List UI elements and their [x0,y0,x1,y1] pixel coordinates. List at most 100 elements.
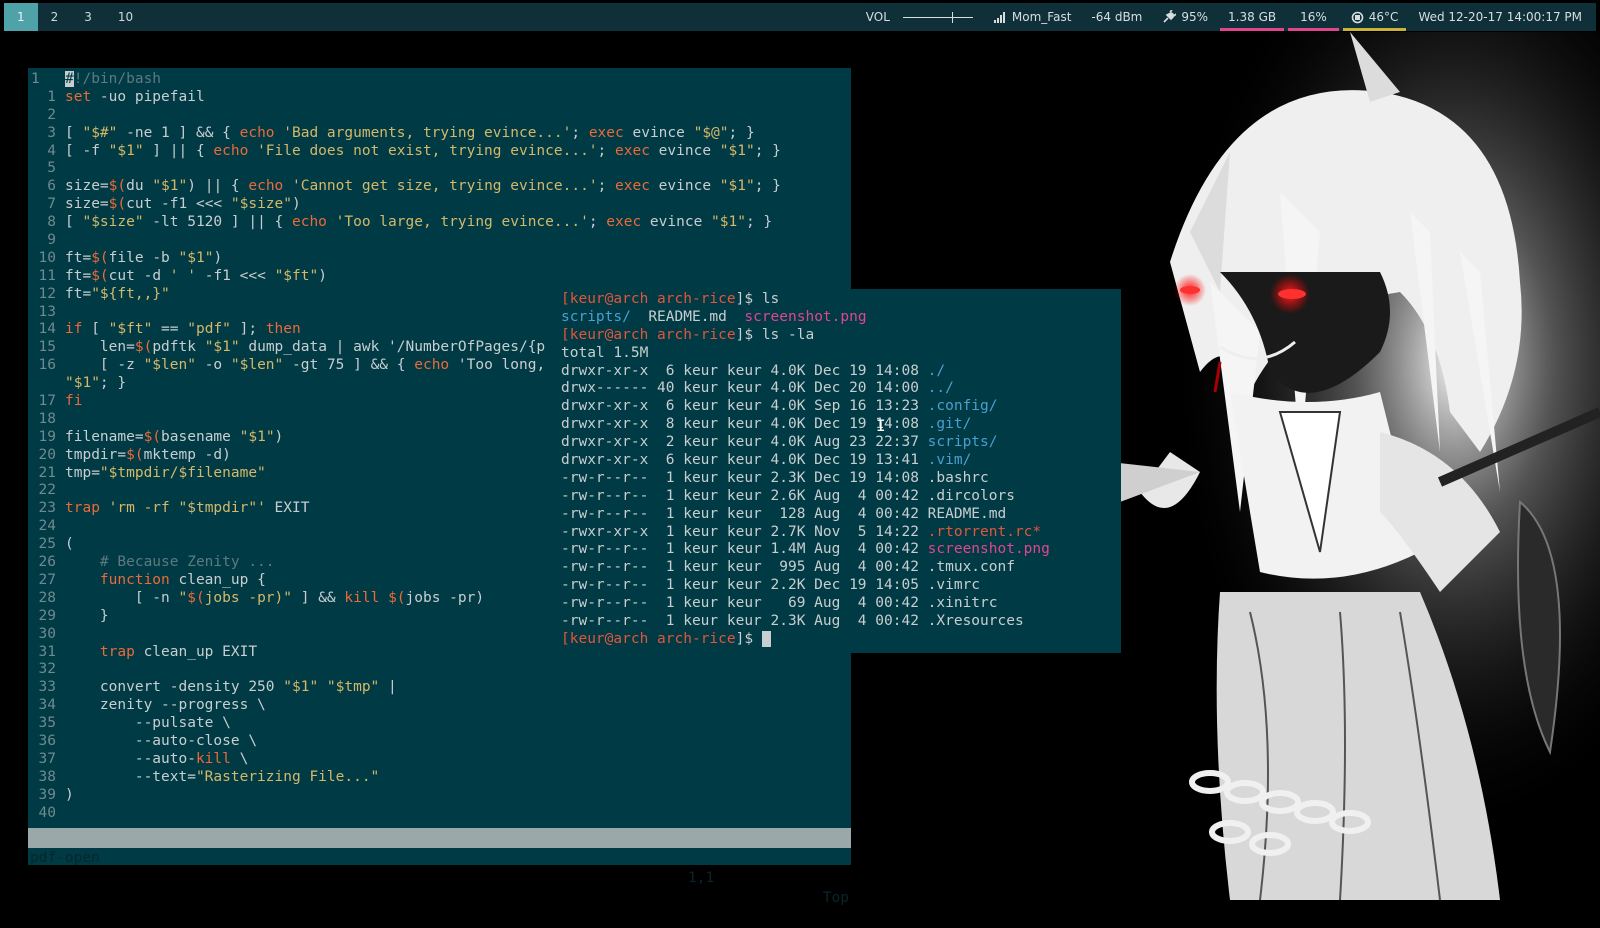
prompt-dir: arch-rice [657,326,736,343]
editor-line[interactable]: 35 --pulsate \ [28,715,851,733]
editor-line[interactable]: 37 --auto-kill \ [28,751,851,769]
line-code: trap 'rm -rf "$tmpdir"' EXIT [65,500,310,517]
prompt-symbol: ]$ [735,291,754,307]
line-code: trap clean_up EXIT [99,643,258,660]
editor-line[interactable]: 11 ft=$(cut -d ' ' -f1 <<< "$ft") [28,268,851,286]
line-code: size=$(du "$1") || { echo 'Cannot get si… [65,178,781,195]
line-number: 22 [38,482,56,499]
cpu-chip-icon [1351,11,1364,23]
editor-line[interactable]: 36 --auto-close \ [28,733,851,751]
ls-meta: -rw-r--r-- 1 keur keur 2.3K Aug 4 00:42 [561,613,928,630]
line-number: 14 [38,321,56,338]
line-code: tmp="$tmpdir/$filename" [65,464,266,481]
ls-row: -rw-r--r-- 1 keur keur 69 Aug 4 00:42 .x… [561,595,1050,613]
signal-value: -64 dBm [1091,10,1143,24]
editor-line[interactable]: 8 [ "$size" -lt 5120 ] || { echo 'Too lar… [28,214,851,232]
workspace-1[interactable]: 1 [4,3,38,31]
line-number: 1 [31,71,40,87]
editor-line[interactable]: 3 [ "$#" -ne 1 ] && { echo 'Bad arguments… [28,125,851,143]
battery-value: 95% [1181,10,1209,24]
prompt-line: [keur@arch arch-rice]$ [561,630,1050,649]
editor-line[interactable]: 33 convert -density 250 "$1" "$tmp" | [28,679,851,697]
ls-filename: .Xresources [927,613,1024,630]
editor-line[interactable]: 7 size=$(cut -f1 <<< "$size") [28,196,851,214]
volume-slider[interactable] [902,11,973,23]
editor-line[interactable]: 34 zenity --progress \ [28,697,851,715]
line-number: 38 [38,768,56,785]
line-code: fi [65,393,83,410]
line-number: 7 [47,196,56,213]
line-code: tmpdir=$(mktemp -d) [65,446,231,463]
terminal-window[interactable]: [keur@arch arch-rice]$ ls scripts/ README… [558,289,1121,653]
temperature-underline [1342,28,1407,31]
line-code: filename=$(basename "$1") [65,428,284,445]
editor-line[interactable]: 1 set -uo pipefail [28,89,851,107]
line-number: 18 [38,410,56,427]
editor-line[interactable]: 38 --text="Rasterizing File..." [28,769,851,787]
line-number: 23 [38,500,56,517]
line-code: [ -n "$(jobs -pr)" ] && kill $(jobs -pr) [65,589,485,606]
editor-line[interactable]: 39) [28,787,851,805]
editor-line[interactable]: 4 [ -f "$1" ] || { echo 'File does not ex… [28,143,851,161]
ls-row: drwxr-xr-x 6 keur keur 4.0K Sep 16 13:23… [561,398,1050,416]
command-text: ls [761,291,780,307]
line-code: ft=$(cut -d ' ' -f1 <<< "$ft") [65,267,327,284]
datetime: Wed 12-20-17 14:00:17 PM [1418,10,1582,24]
line-number: 13 [38,303,56,320]
editor-line[interactable]: 6 size=$(du "$1") || { echo 'Cannot get s… [28,178,851,196]
editor-line[interactable]: 1 #!/bin/bash [28,71,851,89]
editor-line[interactable]: 32 [28,661,851,679]
ls-row: drwxr-xr-x 6 keur keur 4.0K Dec 19 14:08… [561,363,1050,381]
line-number: 39 [38,786,56,803]
workspace-10[interactable]: 10 [105,3,146,31]
line-code: --auto-kill \ [65,750,249,767]
volume-indicator[interactable]: VOL [856,3,983,31]
line-number: 6 [47,178,56,195]
line-code: [ -f "$1" ] || { echo 'File does not exi… [65,142,781,159]
ls-meta: -rw-r--r-- 1 keur keur 2.6K Aug 4 00:42 [561,487,928,504]
ls-row: -rw-r--r-- 1 keur keur 2.6K Aug 4 00:42 … [561,488,1050,506]
line-number: 10 [38,249,56,266]
editor-line[interactable]: 2 [28,107,851,125]
ls-entry: README.md [648,308,727,325]
workspace-2[interactable]: 2 [38,3,72,31]
line-code: ) [65,786,74,803]
temperature-indicator: 46°C [1341,3,1409,31]
terminal-cursor [761,630,771,647]
line-code: [ "$#" -ne 1 ] && { echo 'Bad arguments,… [65,124,755,141]
workspace-3[interactable]: 3 [71,3,105,31]
ls-meta: drwxr-xr-x 2 keur keur 4.0K Aug 23 22:37 [561,434,928,451]
ls-filename: README.md [927,505,1007,522]
line-code: if [ "$ft" == "pdf" ]; then [65,321,301,338]
line-number: 37 [38,750,56,767]
ls-filename: ../ [927,380,954,397]
ls-row: drwxr-xr-x 8 keur keur 4.0K Dec 19 14:08… [561,416,1050,434]
battery-indicator: 95% [1152,3,1218,31]
prompt-symbol: ]$ [735,326,754,343]
editor-line[interactable]: 40 [28,805,851,823]
ls-entry: scripts/ [561,308,631,325]
line-number: 30 [38,625,56,642]
line-code: --text="Rasterizing File..." [65,768,380,785]
line-number: 20 [38,446,56,463]
wifi-name: Mom_Fast [1011,10,1072,24]
signal-strength: -64 dBm [1081,3,1152,31]
prompt-user: [keur@arch [561,291,649,307]
vim-statusline: pdf-open 1,1 Top [28,828,851,906]
editor-line[interactable]: 5 [28,160,851,178]
line-code: [ "$size" -lt 5120 ] || { echo 'Too larg… [65,214,773,231]
status-filename: pdf-open [30,850,100,866]
ls-meta: drwxr-xr-x 6 keur keur 4.0K Dec 19 14:08 [561,362,928,379]
editor-line[interactable]: 9 [28,232,851,250]
line-code: [ -z "$len" -o "$len" -gt 75 ] && { echo… [65,357,546,374]
memory-underline [1220,28,1285,31]
line-number: 19 [38,428,56,445]
terminal-output[interactable]: [keur@arch arch-rice]$ ls scripts/ README… [561,291,1050,649]
editor-line[interactable]: 10 ft=$(file -b "$1") [28,250,851,268]
volume-knob[interactable] [951,11,953,23]
line-code: --auto-close \ [65,732,258,749]
wifi-indicator: Mom_Fast [983,3,1082,31]
plug-icon [1163,10,1177,23]
line-number: 8 [47,214,56,231]
cpu-underline [1288,28,1339,31]
